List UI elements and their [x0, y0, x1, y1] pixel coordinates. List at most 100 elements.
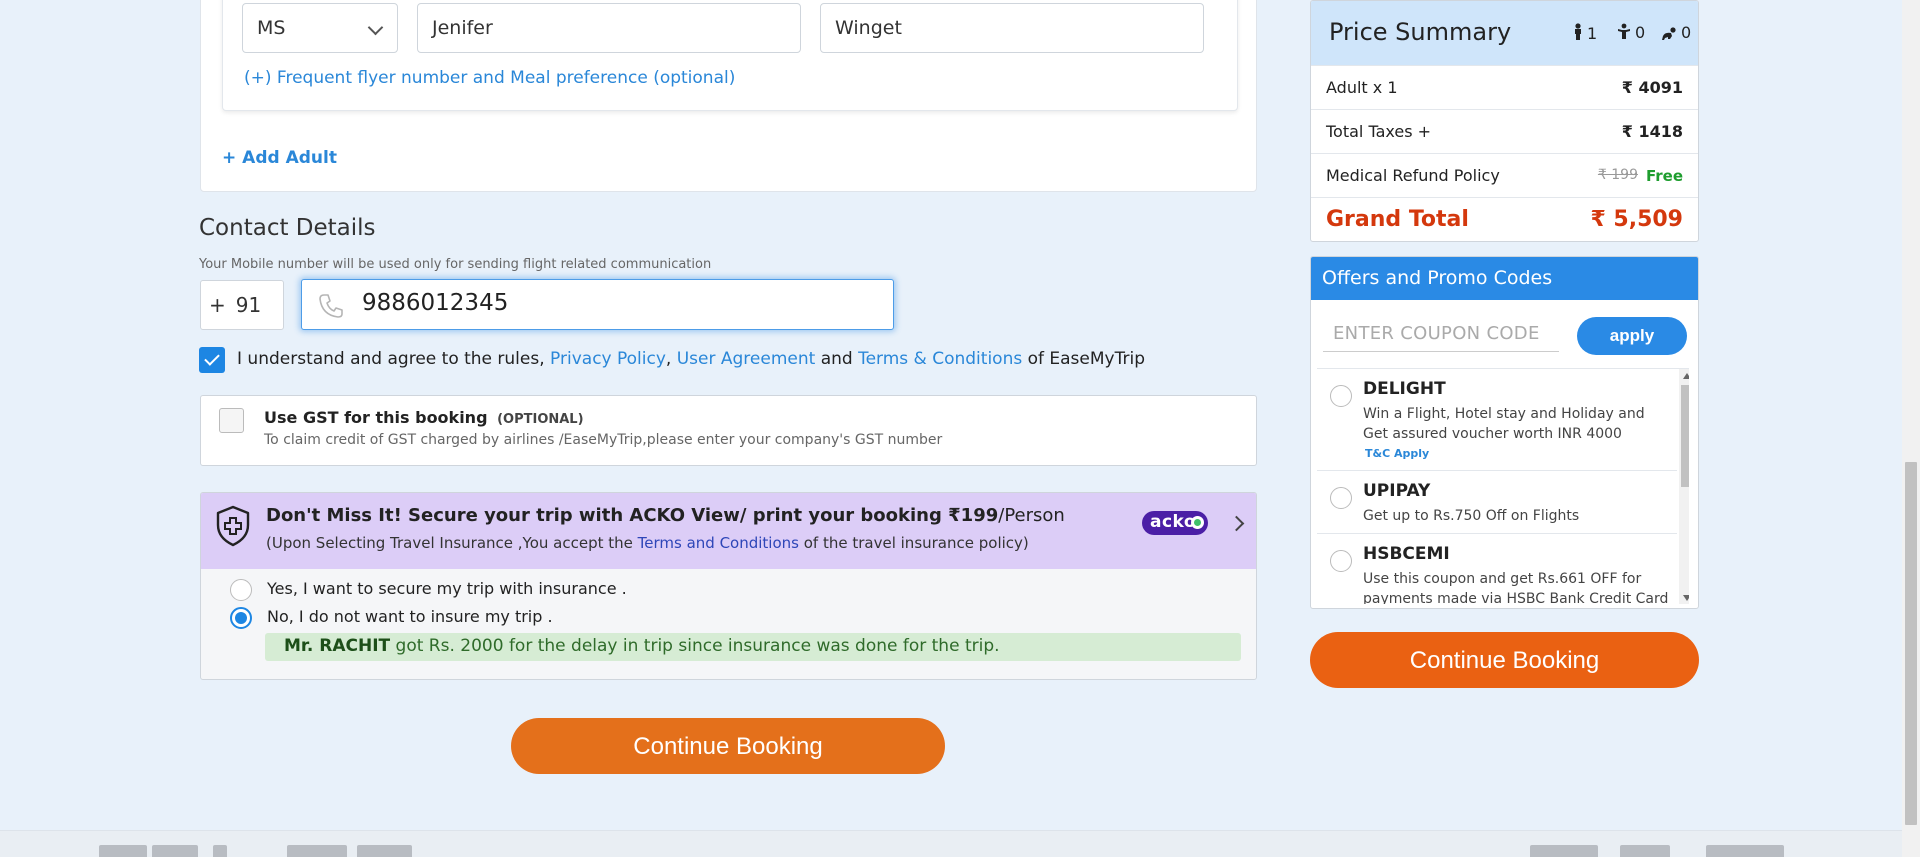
apply-coupon-button[interactable]: apply [1577, 317, 1687, 355]
adult-count-value: 1 [1587, 24, 1598, 43]
price-summary-title: Price Summary [1329, 18, 1512, 46]
first-name-input[interactable]: Jenifer [417, 3, 801, 53]
insurance-sub-suffix: of the travel insurance policy) [803, 534, 1029, 552]
insurance-yes-radio[interactable] [230, 579, 252, 601]
offer-description: Win a Flight, Hotel stay and Holiday and… [1363, 406, 1645, 442]
last-name-value: Winget [835, 17, 902, 39]
country-plus: + [209, 293, 226, 317]
price-row-taxes[interactable]: Total Taxes + ₹ 1418 [1311, 109, 1698, 153]
insurance-testimonial: Mr. RACHIT got Rs. 2000 for the delay in… [265, 633, 1241, 661]
terms-agreement-text: I understand and agree to the rules, Pri… [237, 349, 1145, 369]
price-summary-header: Price Summary 1 0 0 [1311, 1, 1698, 65]
gst-title-text: Use GST for this booking [264, 408, 488, 427]
offer-radio[interactable] [1330, 385, 1352, 407]
offer-list-scroll-thumb[interactable] [1681, 385, 1689, 487]
acko-logo-text: acko [1150, 512, 1197, 532]
insurance-no-label[interactable]: No, I do not want to insure my trip . [267, 607, 553, 626]
agree-separator: , [665, 349, 672, 369]
adult-traveller-form: MS Jenifer Winget (+) Frequent flyer num… [222, 0, 1238, 111]
insurance-terms-link[interactable]: Terms and Conditions [638, 534, 799, 552]
insurance-sub-prefix: (Upon Selecting Travel Insurance ,You ac… [266, 534, 633, 552]
price-row-adult: Adult x 1 ₹ 4091 [1311, 65, 1698, 109]
frequent-flyer-link[interactable]: (+) Frequent flyer number and Meal prefe… [244, 68, 735, 88]
price-row-free: Free [1645, 167, 1683, 185]
testimonial-name: Mr. RACHIT [284, 636, 391, 656]
gst-optional-tag: (OPTIONAL) [497, 412, 584, 427]
coupon-code-input[interactable] [1323, 316, 1559, 352]
chevron-down-icon [367, 19, 384, 36]
terms-conditions-link[interactable]: Terms & Conditions [858, 349, 1022, 369]
infant-count-value: 0 [1681, 23, 1692, 42]
scroll-down-icon[interactable] [1683, 595, 1689, 601]
offer-code: HSBCEMI [1363, 544, 1450, 564]
offer-tnc-link[interactable]: T&C Apply [1365, 447, 1429, 460]
rupay-logo-icon [287, 845, 347, 857]
insurance-yes-label[interactable]: Yes, I want to secure my trip with insur… [267, 579, 627, 598]
country-code-value: 91 [235, 293, 262, 317]
adult-count: 1 [1573, 23, 1597, 43]
insurance-per-person: /Person [998, 505, 1065, 526]
offer-radio[interactable] [1330, 550, 1352, 572]
acko-logo: acko [1142, 511, 1208, 535]
first-name-value: Jenifer [432, 17, 493, 39]
offer-item-upipay[interactable]: UPIPAY Get up to Rs.750 Off on Flights [1317, 471, 1677, 534]
mobile-number-input[interactable]: 9886012345 [301, 279, 894, 330]
insurance-header[interactable]: Don't Miss It! Secure your trip with ACK… [201, 493, 1256, 569]
gst-checkbox[interactable] [219, 408, 244, 433]
gst-subtitle: To claim credit of GST charged by airlin… [264, 432, 943, 448]
infant-icon [1662, 27, 1676, 40]
traveller-card: MS Jenifer Winget (+) Frequent flyer num… [200, 0, 1257, 192]
visa-logo-icon [99, 845, 147, 857]
page-scrollbar[interactable] [1902, 0, 1920, 857]
agree-prefix: I understand and agree to the rules, [237, 349, 545, 369]
offer-code: UPIPAY [1363, 481, 1431, 501]
offer-description: Use this coupon and get Rs.661 OFF for p… [1363, 571, 1669, 604]
contact-details-heading: Contact Details [199, 215, 376, 241]
paytm-logo-icon [213, 845, 227, 857]
continue-booking-button[interactable]: Continue Booking [511, 718, 945, 774]
offer-item-hsbcemi[interactable]: HSBCEMI Use this coupon and get Rs.661 O… [1317, 534, 1677, 604]
offer-list-scrollbar[interactable] [1679, 369, 1689, 604]
contact-details-subtitle: Your Mobile number will be used only for… [199, 257, 712, 272]
payment-logos-footer [0, 830, 1902, 857]
grand-total-amount: ₹ 5,509 [1590, 207, 1683, 232]
scroll-up-icon[interactable] [1683, 373, 1689, 379]
price-row-original: ₹ 199 [1597, 167, 1638, 183]
terms-checkbox[interactable] [199, 347, 225, 373]
title-select[interactable]: MS [242, 3, 398, 53]
price-row-label: Total Taxes + [1326, 122, 1432, 141]
agree-suffix: of EaseMyTrip [1027, 349, 1145, 369]
offer-code: DELIGHT [1363, 379, 1446, 399]
net-banking-logo-icon [1620, 845, 1670, 857]
insurance-title: Don't Miss It! Secure your trip with ACK… [266, 505, 1065, 526]
infant-count: 0 [1661, 23, 1691, 42]
price-row-amount: ₹ 1418 [1621, 122, 1683, 141]
add-adult-link[interactable]: + Add Adult [222, 148, 337, 168]
shield-plus-icon [216, 505, 250, 547]
acko-dot-icon [1191, 516, 1204, 529]
grand-total-row: Grand Total ₹ 5,509 [1311, 197, 1698, 241]
price-row-medical-refund: Medical Refund Policy ₹ 199 Free [1311, 153, 1698, 197]
continue-booking-side-button[interactable]: Continue Booking [1310, 632, 1699, 688]
gst-title: Use GST for this booking (OPTIONAL) [264, 408, 584, 427]
offer-description: Get up to Rs.750 Off on Flights [1363, 508, 1580, 524]
user-agreement-link[interactable]: User Agreement [677, 349, 816, 369]
last-name-input[interactable]: Winget [820, 3, 1204, 53]
insurance-no-radio[interactable] [230, 607, 252, 629]
offer-radio[interactable] [1330, 487, 1352, 509]
insurance-card: Don't Miss It! Secure your trip with ACK… [200, 492, 1257, 680]
privacy-policy-link[interactable]: Privacy Policy [550, 349, 666, 369]
grand-total-label: Grand Total [1326, 207, 1469, 232]
mobile-number-value: 9886012345 [362, 290, 509, 316]
dinersclub-logo-icon [1530, 845, 1598, 857]
title-select-value: MS [257, 17, 286, 39]
price-row-amount: ₹ 4091 [1621, 78, 1683, 97]
page-scroll-thumb[interactable] [1905, 462, 1917, 825]
offer-list: DELIGHT Win a Flight, Hotel stay and Hol… [1317, 368, 1689, 604]
offer-item-delight[interactable]: DELIGHT Win a Flight, Hotel stay and Hol… [1317, 369, 1677, 471]
chevron-right-icon[interactable] [1228, 515, 1245, 532]
agree-and: and [820, 349, 853, 369]
country-code-field[interactable]: +91 [200, 280, 284, 330]
adult-icon [1575, 23, 1581, 40]
price-row-label: Medical Refund Policy [1326, 166, 1500, 185]
